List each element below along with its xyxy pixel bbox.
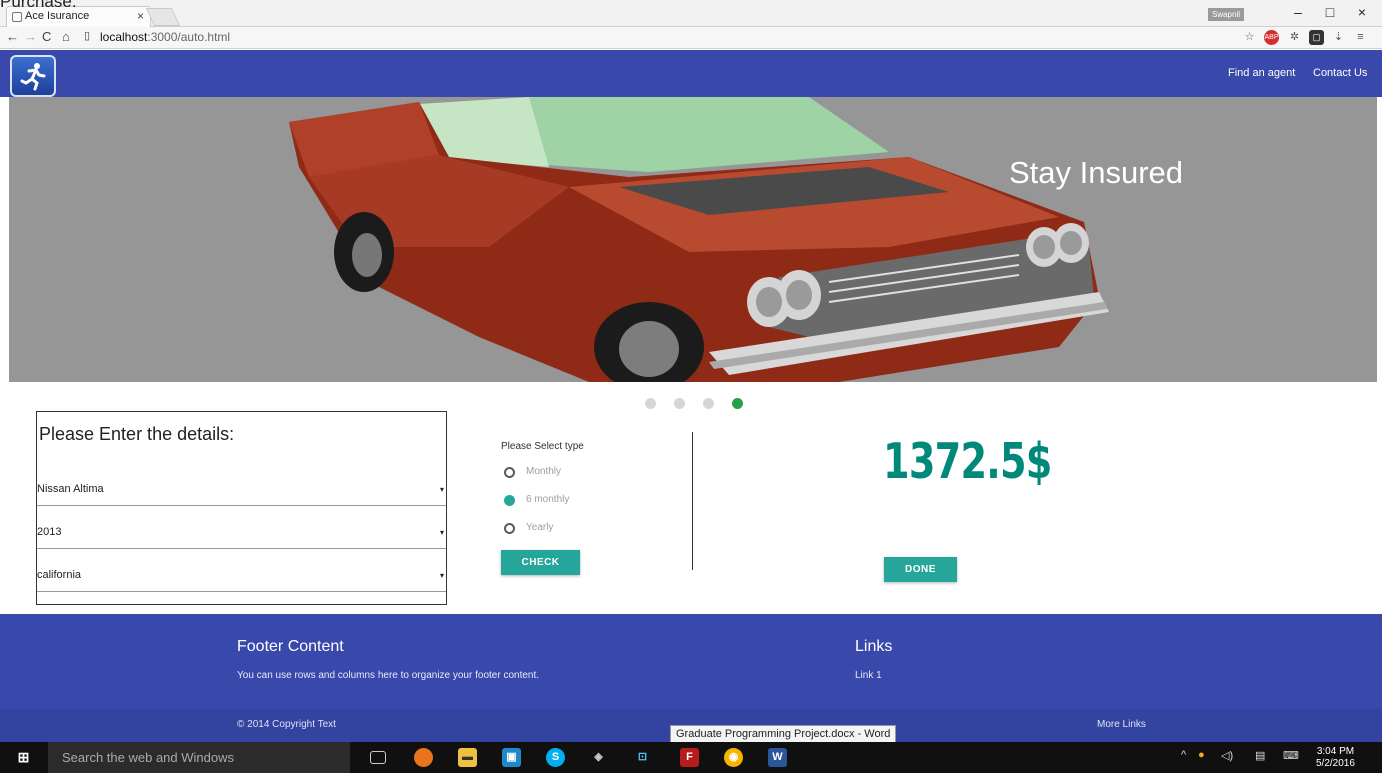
url-field[interactable]: localhost:3000/auto.html bbox=[100, 30, 230, 44]
chevron-up-icon[interactable]: ^ bbox=[1181, 749, 1186, 761]
profile-badge[interactable]: Swapnil bbox=[1208, 8, 1244, 21]
app-icon[interactable]: ▣ bbox=[502, 748, 521, 767]
home-icon[interactable]: ⌂ bbox=[62, 29, 70, 44]
hero-caption: Stay Insured bbox=[1009, 155, 1184, 190]
footer-text: You can use rows and columns here to org… bbox=[237, 670, 540, 681]
radio-6-monthly[interactable]: 6 monthly bbox=[504, 494, 624, 508]
radio-label: 6 monthly bbox=[526, 494, 570, 505]
form-title: Please Enter the details: bbox=[39, 424, 235, 444]
tab-close-icon[interactable]: × bbox=[137, 9, 144, 23]
maximize-button[interactable]: □ bbox=[1318, 4, 1342, 20]
car-model-select[interactable]: Nissan Altima ▾ bbox=[37, 463, 446, 506]
minimize-button[interactable]: – bbox=[1286, 4, 1310, 20]
plan-type-label: Please Select type bbox=[501, 441, 584, 452]
state-select[interactable]: california ▾ bbox=[37, 549, 446, 592]
browser-tab-bar: Ace Isurance × Swapnil – □ × bbox=[0, 0, 1382, 27]
filezilla-icon[interactable]: F bbox=[680, 748, 699, 767]
carousel-dot[interactable] bbox=[645, 398, 656, 409]
file-explorer-icon[interactable]: ▬ bbox=[458, 748, 477, 767]
address-bar: ← → C ⌂ ▯ localhost:3000/auto.html ☆ ABP… bbox=[0, 27, 1382, 49]
quote-price: 1372.5$ bbox=[883, 433, 1052, 490]
footer-links-heading: Links bbox=[855, 638, 893, 655]
taskbar-search[interactable]: Search the web and Windows bbox=[48, 742, 350, 773]
done-button[interactable]: DONE bbox=[884, 557, 957, 582]
screen: Ace Isurance × Swapnil – □ × Purchase. ←… bbox=[0, 0, 1382, 773]
page-icon: ▯ bbox=[84, 30, 91, 42]
url-host: localhost bbox=[100, 30, 148, 44]
page-stray-text: Purchase. bbox=[0, 0, 77, 11]
taskbar-tooltip: Graduate Programming Project.docx - Word bbox=[670, 725, 897, 743]
network-icon[interactable]: ⊡ bbox=[633, 748, 652, 767]
car-model-value: Nissan Altima bbox=[37, 483, 104, 495]
chevron-down-icon: ▾ bbox=[439, 571, 444, 580]
footer-link-1[interactable]: Link 1 bbox=[855, 670, 882, 681]
adblock-icon[interactable]: ABP bbox=[1264, 30, 1279, 45]
clock-date: 5/2/2016 bbox=[1316, 758, 1355, 769]
pocket-icon[interactable]: ▢ bbox=[1309, 30, 1324, 45]
back-icon[interactable]: ← bbox=[6, 29, 19, 44]
radio-circle bbox=[504, 523, 515, 534]
volume-icon[interactable]: ◁) bbox=[1221, 749, 1233, 762]
clock[interactable]: 3:04 PM 5/2/2016 bbox=[1316, 746, 1355, 770]
contact-us-link[interactable]: Contact Us bbox=[1313, 67, 1367, 79]
tray-app-icon[interactable]: ● bbox=[1198, 749, 1205, 761]
carousel-dot[interactable] bbox=[703, 398, 714, 409]
details-form: Please Enter the details: Nissan Altima … bbox=[36, 411, 447, 605]
chrome-icon[interactable]: ◉ bbox=[724, 748, 743, 767]
radio-monthly[interactable]: Monthly bbox=[504, 466, 624, 480]
running-man-icon[interactable] bbox=[10, 55, 56, 97]
hero-carousel[interactable]: Stay Insured bbox=[9, 97, 1377, 382]
close-window-button[interactable]: × bbox=[1350, 4, 1374, 20]
windows-taskbar: ⊞ Search the web and Windows ▬ ▣ S ◈ ⊡ F… bbox=[0, 742, 1382, 773]
radio-circle-checked bbox=[504, 495, 515, 506]
page-icon bbox=[12, 12, 22, 22]
windows-start-icon[interactable]: ⊞ bbox=[14, 748, 33, 767]
forward-icon[interactable]: → bbox=[24, 29, 37, 44]
extension-icon[interactable]: ✲ bbox=[1287, 30, 1302, 45]
reload-icon[interactable]: C bbox=[42, 29, 51, 44]
footer-heading: Footer Content bbox=[237, 638, 344, 655]
bookmark-star-icon[interactable]: ☆ bbox=[1242, 30, 1257, 45]
task-view-icon[interactable] bbox=[370, 751, 386, 764]
carousel-dot-active[interactable] bbox=[732, 398, 743, 409]
divider bbox=[692, 432, 693, 570]
chevron-down-icon: ▾ bbox=[439, 528, 444, 537]
car-image bbox=[289, 97, 1109, 382]
radio-yearly[interactable]: Yearly bbox=[504, 522, 624, 536]
copyright-text: © 2014 Copyright Text bbox=[237, 719, 336, 730]
firefox-icon[interactable] bbox=[414, 748, 433, 767]
site-navbar: Find an agent Contact Us bbox=[0, 50, 1382, 97]
chevron-down-icon: ▾ bbox=[439, 485, 444, 494]
radio-label: Monthly bbox=[526, 466, 562, 477]
notifications-icon[interactable]: ▤ bbox=[1255, 749, 1265, 762]
skype-icon[interactable]: S bbox=[546, 748, 565, 767]
word-icon[interactable]: W bbox=[768, 748, 787, 767]
year-select[interactable]: 2013 ▾ bbox=[37, 506, 446, 549]
clock-time: 3:04 PM bbox=[1316, 746, 1355, 757]
download-icon[interactable]: ⇣ bbox=[1331, 30, 1346, 45]
find-agent-link[interactable]: Find an agent bbox=[1228, 67, 1295, 79]
carousel-dot[interactable] bbox=[674, 398, 685, 409]
more-links-link[interactable]: More Links bbox=[1097, 719, 1146, 730]
state-value: california bbox=[37, 569, 82, 581]
virtualbox-icon[interactable]: ◈ bbox=[589, 748, 608, 767]
menu-icon[interactable]: ≡ bbox=[1353, 30, 1368, 45]
radio-label: Yearly bbox=[526, 522, 554, 533]
radio-circle bbox=[504, 467, 515, 478]
keyboard-icon[interactable]: ⌨ bbox=[1283, 749, 1299, 762]
url-path: :3000/auto.html bbox=[147, 30, 231, 44]
check-button[interactable]: CHECK bbox=[501, 550, 580, 575]
footer: Footer Content You can use rows and colu… bbox=[0, 614, 1382, 709]
year-value: 2013 bbox=[37, 526, 62, 538]
